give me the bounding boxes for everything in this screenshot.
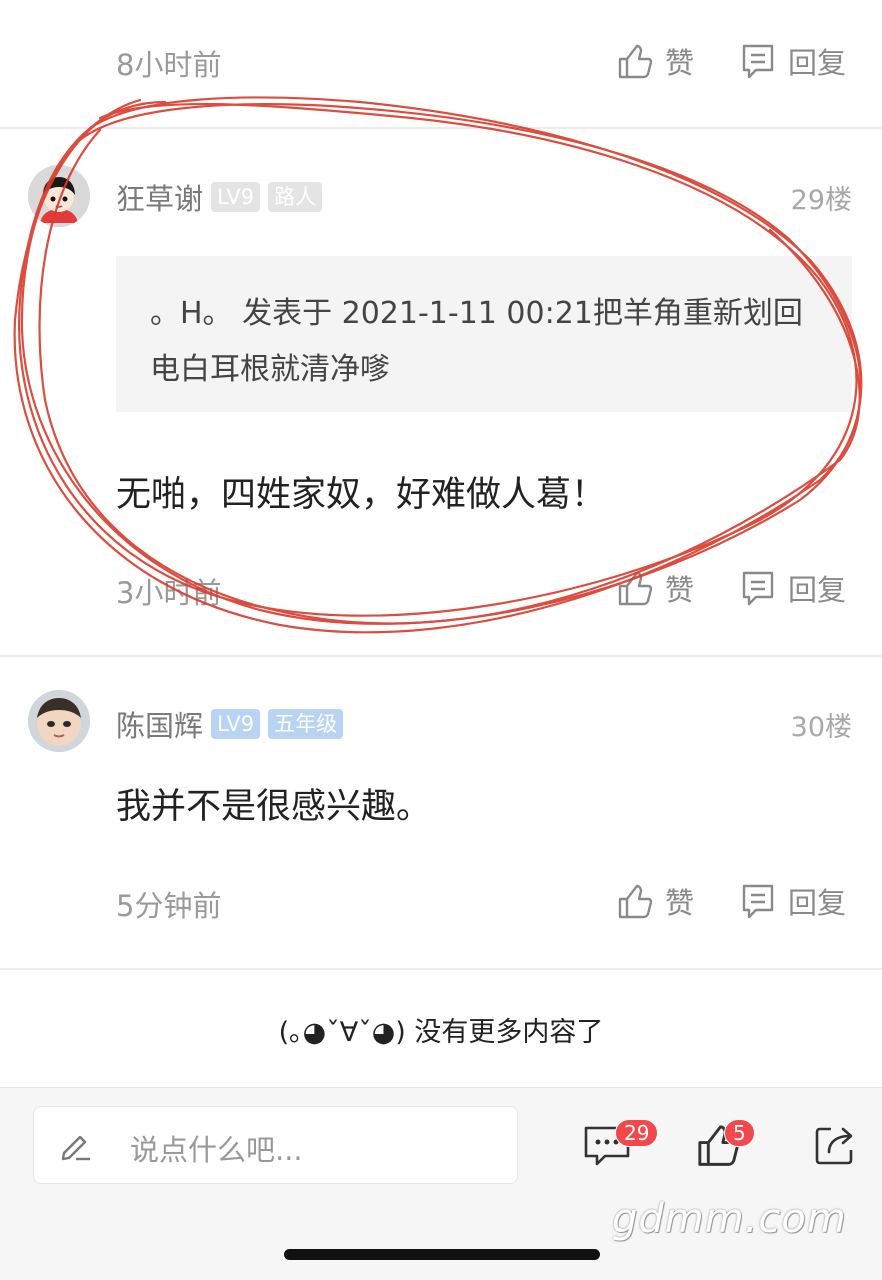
- annotation-circle: [13, 96, 863, 634]
